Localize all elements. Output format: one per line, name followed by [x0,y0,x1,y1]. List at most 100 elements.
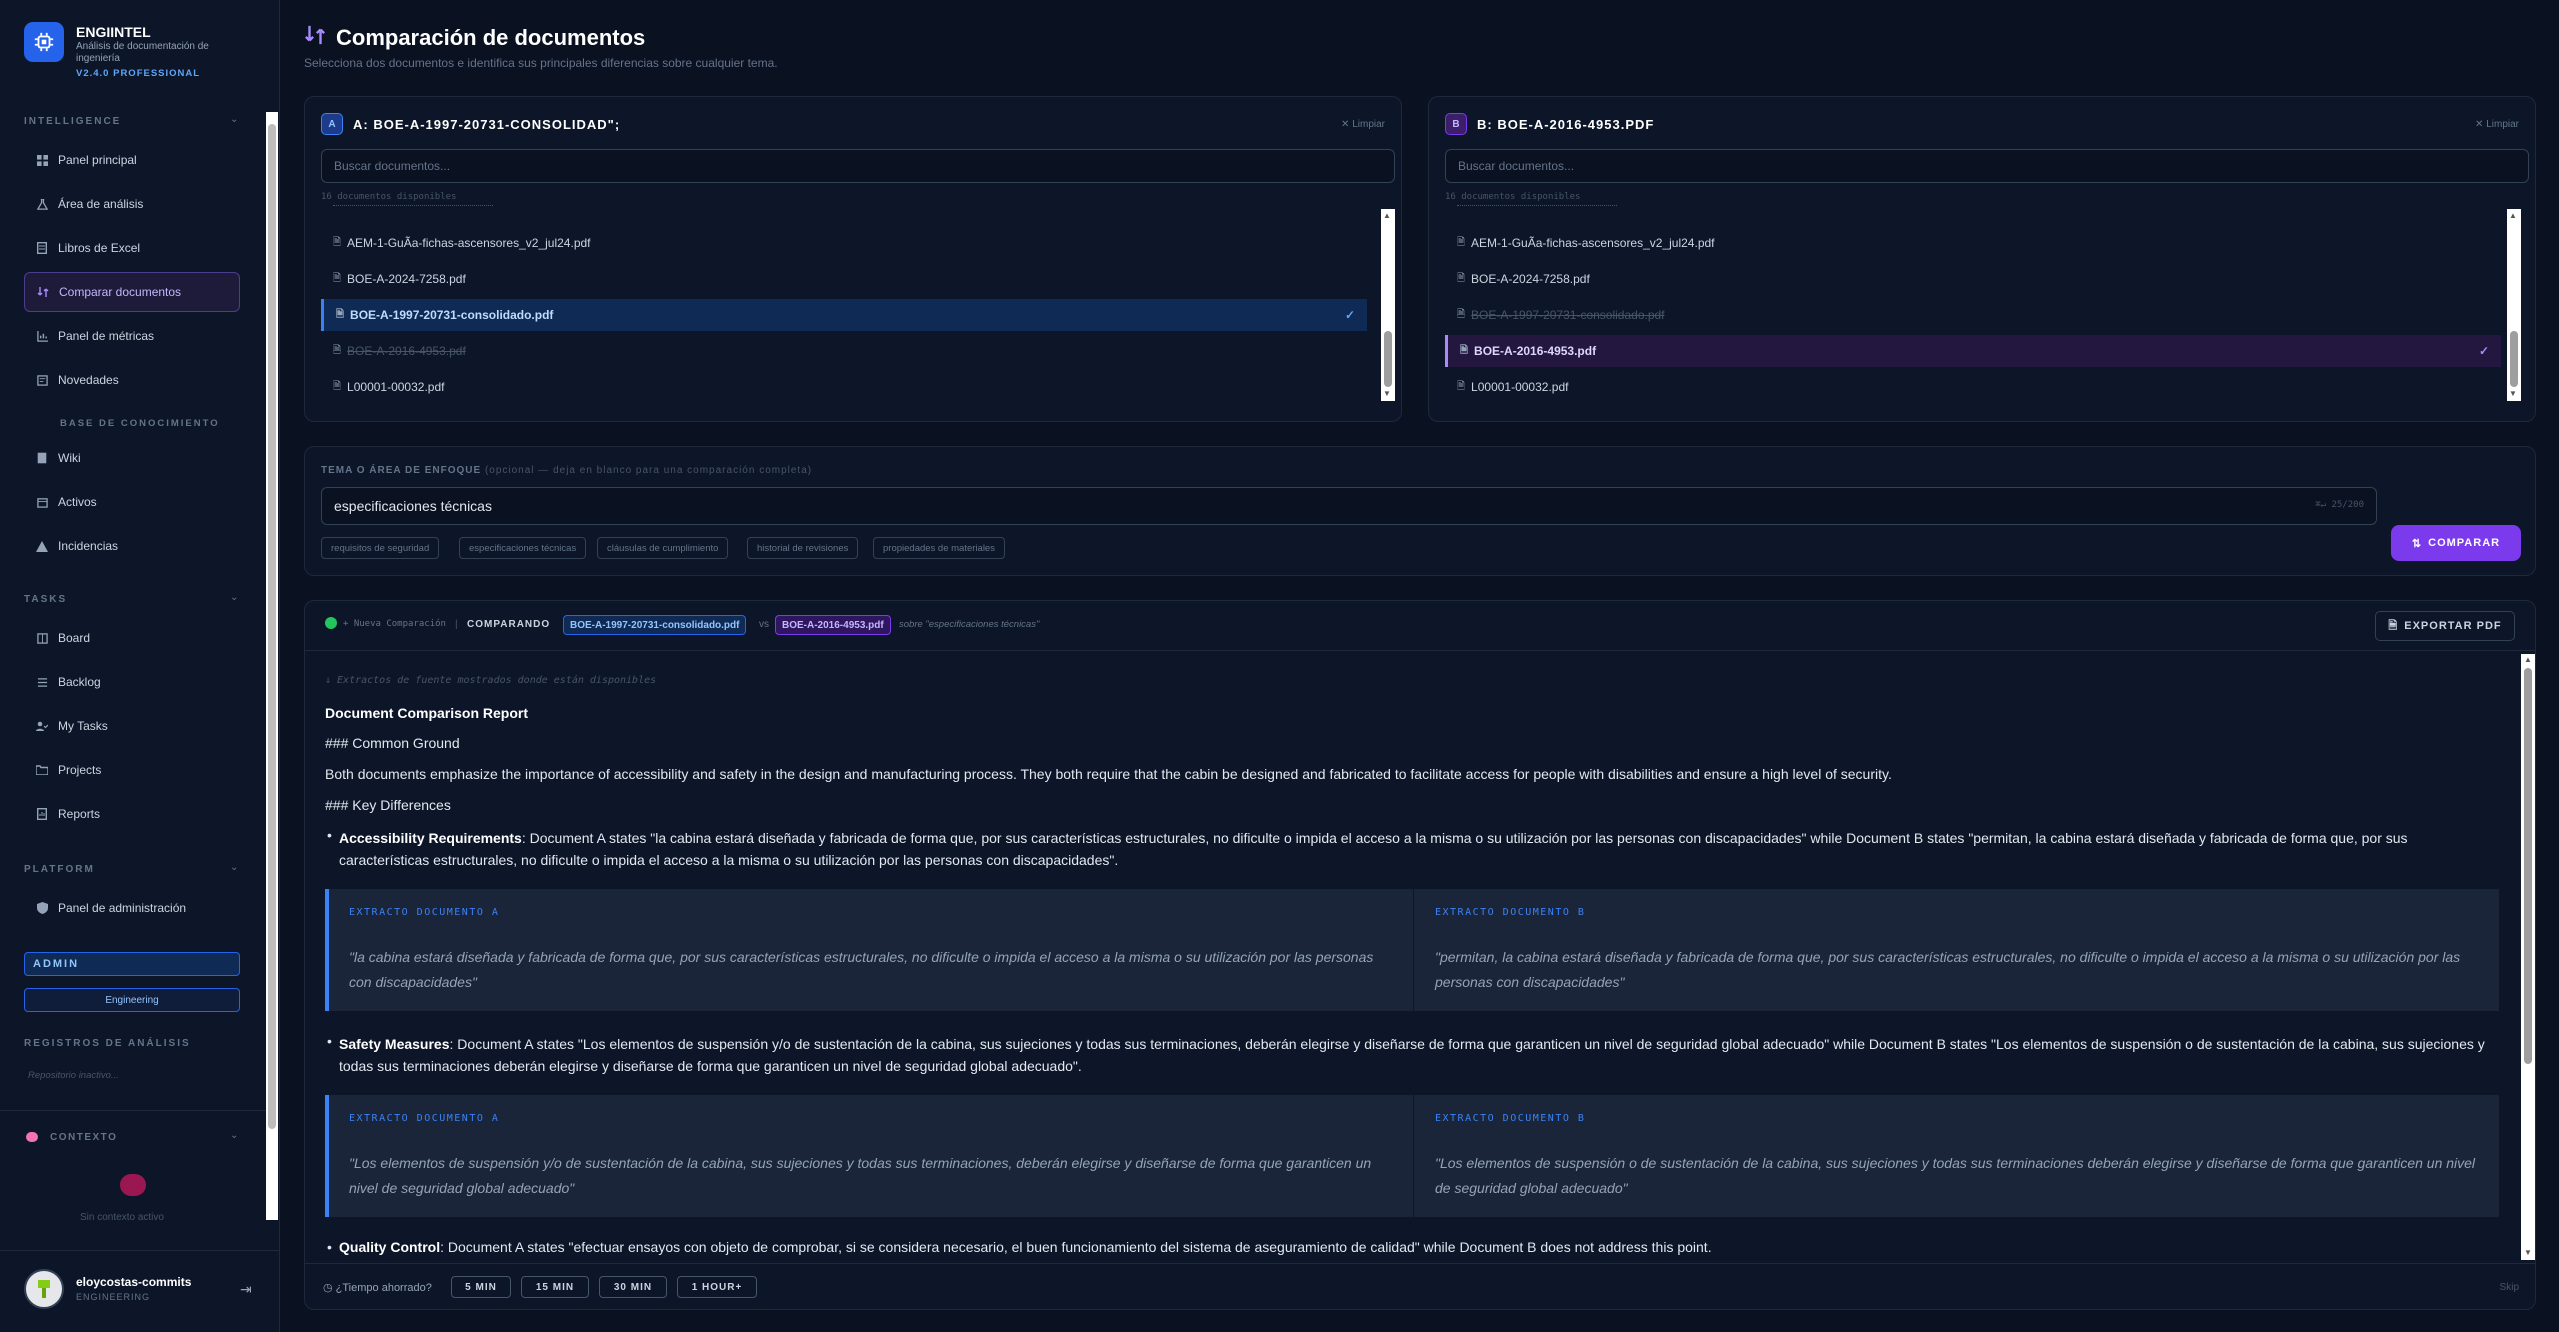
export-pdf-button[interactable]: 🗎 EXPORTAR PDF [2375,611,2515,641]
section-knowledge: BASE DE CONOCIMIENTO [60,418,220,429]
section-context[interactable]: CONTEXTO [50,1132,117,1143]
file-icon: 🗎 [1460,344,1469,356]
role-badge: ADMIN [24,952,240,976]
chevron-down-icon[interactable]: ⌄ [230,592,238,603]
close-icon: ✕ [1341,119,1353,130]
shield-icon [36,902,48,914]
list-item[interactable]: 🗎 BOE-A-2024-7258.pdf [1445,263,2501,295]
nav-label: Panel de administración [58,901,187,915]
app-subtitle: Análisis de documentación de ingeniería [76,41,209,64]
excerpt-b-text: "Los elementos de suspensión o de susten… [1435,1155,2476,1196]
time-saved-label: ◷ ¿Tiempo ahorrado? [323,1282,432,1294]
nav-wiki[interactable]: Wiki [24,438,240,478]
list-item-selected[interactable]: 🗎 BOE-A-2016-4953.pdf ✓ [1445,335,2501,367]
nav-area-analisis[interactable]: Área de análisis [24,184,240,224]
nav-label: Wiki [58,451,81,465]
topic-chip[interactable]: cláusulas de cumplimiento [597,537,729,559]
sidebar-scroll: INTELLIGENCE ⌄ Panel principal Área de a… [0,112,268,1220]
list-item[interactable]: 🗎 AEM-1-GuÃ­a-fichas-ascensores_v2_jul24.… [321,227,1367,259]
nav-label: Projects [58,763,102,777]
results-panel: + Nueva Comparación | COMPARANDO BOE-A-1… [304,600,2536,1310]
nav-backlog[interactable]: Backlog [24,662,240,702]
excerpt-b-label: EXTRACTO DOCUMENTO B [1435,907,1586,918]
search-b-input[interactable]: Buscar documentos... [1445,149,2529,183]
nav-board[interactable]: Board [24,618,240,658]
file-icon: 🗎 [333,380,342,392]
new-comparison-link[interactable]: + Nueva Comparación [343,619,446,629]
nav-panel-principal[interactable]: Panel principal [24,140,240,180]
nav-incidencias[interactable]: Incidencias [24,526,240,566]
topic-input[interactable]: especificaciones técnicas ⌘↵ 25/200 [321,487,2377,525]
list-item[interactable]: 🗎 L00001-00032.pdf [1445,371,2501,403]
doc-b-pill: BOE-A-2016-4953.pdf [775,615,891,635]
doc-b-scrollbar[interactable]: ▲ ▼ [2507,209,2521,401]
list-item-selected[interactable]: 🗎 BOE-A-1997-20731-consolidado.pdf ✓ [321,299,1367,331]
nav-label: My Tasks [58,719,108,733]
list-item-disabled: 🗎 BOE-A-1997-20731-consolidado.pdf [1457,308,1665,322]
document-a-panel: A A: BOE-A-1997-20731-CONSOLIDAD"; ✕ Lim… [304,96,1402,422]
list-item[interactable]: 🗎 L00001-00032.pdf [321,371,1367,403]
topic-chip[interactable]: requisitos de seguridad [321,537,440,559]
topic-about: sobre "especificaciones técnicas" [899,619,1040,630]
doc-a-pill: BOE-A-1997-20731-consolidado.pdf [563,615,747,635]
topic-chip[interactable]: especificaciones técnicas [459,537,587,559]
check-icon: ✓ [1344,308,1355,322]
doc-b-letter: B [1445,113,1467,135]
nav-activos[interactable]: Activos [24,482,240,522]
nav-my-tasks[interactable]: My Tasks [24,706,240,746]
nav-comparar-documentos[interactable]: Comparar documentos [24,272,240,312]
logout-icon[interactable]: ⇥ [240,1281,252,1298]
section-platform[interactable]: PLATFORM [24,864,95,875]
nav-label: Novedades [58,373,119,387]
section-logs: REGISTROS DE ANÁLISIS [24,1038,191,1049]
nav-projects[interactable]: Projects [24,750,240,790]
topic-chip[interactable]: historial de revisiones [747,537,859,559]
time-1hour-button[interactable]: 1 HOUR+ [677,1276,757,1298]
nav-panel-administracion[interactable]: Panel de administración [24,888,240,928]
nav-novedades[interactable]: Novedades [24,360,240,400]
nav-label: Board [58,631,91,645]
chevron-down-icon[interactable]: ⌄ [230,114,238,125]
doc-a-title: A: BOE-A-1997-20731-CONSOLIDAD"; [353,116,621,132]
time-30min-button[interactable]: 30 MIN [599,1276,667,1298]
file-icon: 🗎 [333,272,342,284]
time-5min-button[interactable]: 5 MIN [451,1276,511,1298]
list-item-partial [333,205,493,211]
available-count: 16 documentos disponibles [1445,192,1581,202]
check-icon: ✓ [2478,344,2489,358]
section-tasks[interactable]: TASKS [24,594,67,605]
compare-button[interactable]: ⇅ COMPARAR [2391,525,2521,561]
excerpt-block: EXTRACTO DOCUMENTO A "Los elementos de s… [325,1095,2499,1217]
clear-a-button[interactable]: ✕ Limpiar [1341,119,1385,130]
topic-chip[interactable]: propiedades de materiales [873,537,1005,559]
list-item[interactable]: 🗎 BOE-A-2024-7258.pdf [321,263,1367,295]
divider [1413,1095,1414,1217]
close-icon: ✕ [2475,119,2487,130]
time-15min-button[interactable]: 15 MIN [521,1276,589,1298]
nav-libros-excel[interactable]: Libros de Excel [24,228,240,268]
doc-a-scrollbar[interactable]: ▲ ▼ [1381,209,1395,401]
box-icon [36,496,48,508]
user-role: ENGINEERING [76,1292,151,1302]
sidebar-scroll-thumb[interactable] [268,124,276,1129]
clear-b-button[interactable]: ✕ Limpiar [2475,119,2519,130]
topic-optional-note: (opcional — deja en blanco para una comp… [484,465,813,476]
report-scrollbar[interactable]: ▲ ▼ [2521,654,2535,1260]
vs-label: vs [759,619,769,630]
skip-link[interactable]: Skip [2500,1282,2519,1293]
nav-panel-metricas[interactable]: Panel de métricas [24,316,240,356]
avatar[interactable] [24,1269,64,1309]
available-count: 16 documentos disponibles [321,192,457,202]
bullet-safety: Safety Measures: Document A states "Los … [339,1036,2485,1074]
excerpt-b-text: "permitan, la cabina estará diseñada y f… [1435,949,2461,990]
excerpt-a-text: "la cabina estará diseñada y fabricada d… [349,949,1374,990]
list-item[interactable]: 🗎 AEM-1-GuÃ­a-fichas-ascensores_v2_jul24.… [1445,227,2501,259]
user-name: eloycostas-commits [76,1275,192,1289]
chevron-down-icon[interactable]: ⌄ [230,1130,238,1141]
chevron-down-icon[interactable]: ⌄ [230,862,238,873]
section-intelligence[interactable]: INTELLIGENCE [24,116,121,127]
excerpt-a-text: "Los elementos de suspensión y/o de sust… [349,1155,1372,1196]
page-subtitle: Selecciona dos documentos e identifica s… [304,56,778,70]
search-a-input[interactable]: Buscar documentos... [321,149,1395,183]
nav-reports[interactable]: Reports [24,794,240,834]
